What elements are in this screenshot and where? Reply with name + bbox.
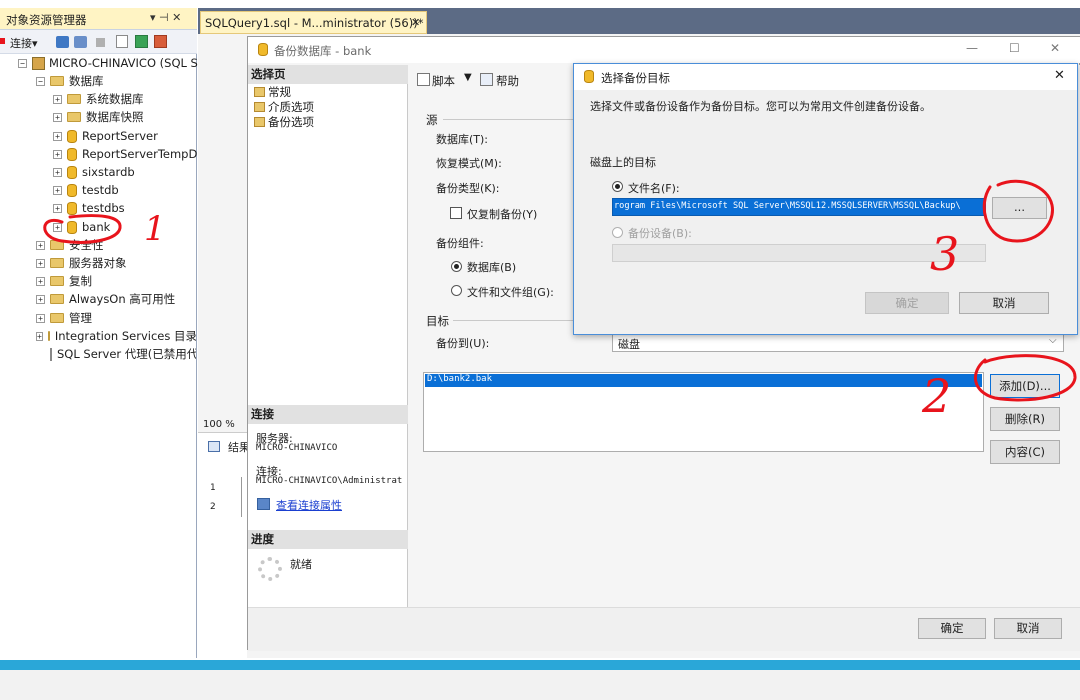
circle-add [974, 354, 1077, 402]
circle-bank [43, 214, 122, 244]
footer-strip [0, 670, 1080, 700]
annotation-overlay: 1 2 3 [43, 179, 1077, 423]
annotation-step3: 3 [930, 227, 959, 281]
annotation-step2: 2 [921, 369, 951, 423]
annotation-step1: 1 [144, 209, 166, 249]
footer-accent-bar [0, 660, 1080, 670]
annotation-strokes [43, 179, 1077, 402]
circle-browse [982, 179, 1054, 243]
